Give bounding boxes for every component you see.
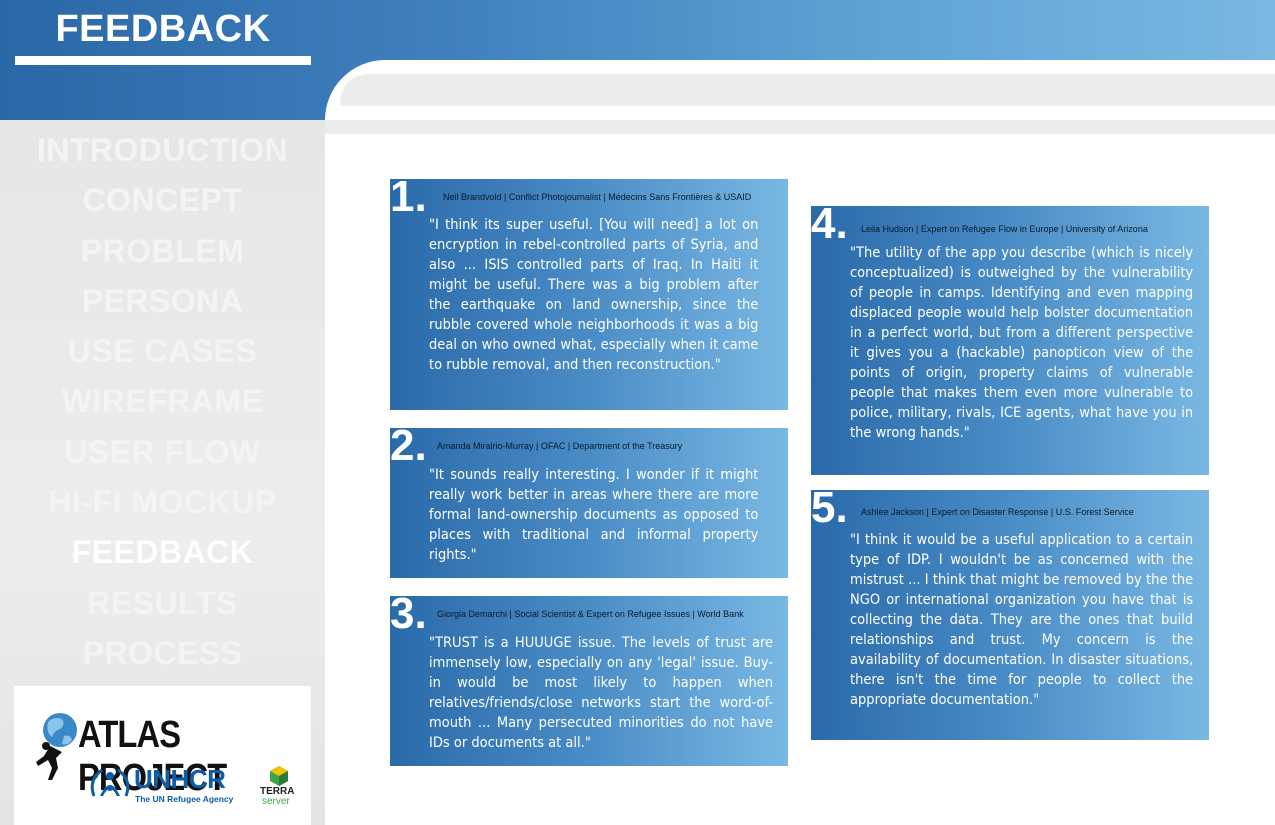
card-number: 3.	[390, 589, 427, 638]
feedback-card-5: 5. Ashlee Jackson | Expert on Disaster R…	[811, 486, 1209, 740]
feedback-card-3: 3. Giorgia Demarchi | Social Scientist &…	[390, 592, 788, 766]
nav-item-results[interactable]: RESULTS	[0, 581, 325, 631]
card-quote: "I think it would be a useful applicatio…	[850, 532, 1194, 708]
feedback-card-2: 2. Amanda Miralrio-Murray | OFAC | Depar…	[390, 424, 788, 578]
content-top-stripe	[325, 120, 1275, 134]
card-number: 2.	[390, 421, 427, 470]
card-number: 5.	[811, 483, 848, 532]
nav-item-use-cases[interactable]: USE CASES	[0, 329, 325, 379]
nav-item-persona[interactable]: PERSONA	[0, 279, 325, 329]
card-attribution: Amanda Miralrio-Murray | OFAC | Departme…	[437, 441, 683, 451]
atlas-project-logo: ATLAS PROJECT	[32, 712, 312, 799]
nav-item-wireframe[interactable]: WIREFRAME	[0, 379, 325, 429]
logo-panel: ATLAS PROJECT UNHCR The UN Refugee Agenc…	[14, 686, 311, 825]
page-title: FEEDBACK	[55, 8, 271, 50]
nav-item-user-flow[interactable]: USER FLOW	[0, 430, 325, 480]
card-attribution: Giorgia Demarchi | Social Scientist & Ex…	[437, 609, 744, 619]
sidebar: INTRODUCTION CONCEPT PROBLEM PERSONA USE…	[0, 120, 325, 825]
server-wordmark: server	[262, 796, 290, 807]
card-number: 1.	[390, 172, 427, 221]
card-attribution: Neil Brandvold | Conflict Photojournalis…	[443, 192, 752, 202]
nav-item-concept[interactable]: CONCEPT	[0, 178, 325, 228]
nav-item-hi-fi-mockup[interactable]: HI-FI MOCKUP	[0, 480, 325, 530]
unhcr-wordmark: UNHCR	[134, 764, 226, 794]
unhcr-emblem-icon	[90, 768, 130, 797]
header-stripe	[340, 74, 1275, 106]
card-quote: "It sounds really interesting. I wonder …	[429, 467, 759, 563]
card-quote: "I think its super useful. [You will nee…	[429, 217, 759, 373]
sidebar-nav: INTRODUCTION CONCEPT PROBLEM PERSONA USE…	[0, 128, 325, 681]
card-attribution: Ashlee Jackson | Expert on Disaster Resp…	[861, 507, 1134, 517]
card-attribution: Leila Hudson | Expert on Refugee Flow in…	[861, 224, 1148, 234]
card-number: 4.	[811, 199, 848, 248]
nav-item-feedback[interactable]: FEEDBACK	[0, 530, 325, 580]
atlas-figure-icon	[36, 713, 77, 780]
title-underline	[15, 56, 311, 65]
feedback-card-1: 1. Neil Brandvold | Conflict Photojourna…	[390, 175, 788, 410]
card-quote: "The utility of the app you describe (wh…	[850, 245, 1194, 441]
terraserver-logo: TERRA server	[258, 766, 300, 810]
nav-item-introduction[interactable]: INTRODUCTION	[0, 128, 325, 178]
card-quote: "TRUST is a HUUUGE issue. The levels of …	[429, 635, 774, 751]
unhcr-tagline: The UN Refugee Agency	[135, 794, 234, 804]
nav-item-problem[interactable]: PROBLEM	[0, 229, 325, 279]
nav-item-process[interactable]: PROCESS	[0, 631, 325, 681]
unhcr-logo: UNHCR The UN Refugee Agency	[90, 764, 240, 808]
feedback-card-4: 4. Leila Hudson | Expert on Refugee Flow…	[811, 202, 1209, 475]
terraserver-icon	[270, 766, 288, 786]
